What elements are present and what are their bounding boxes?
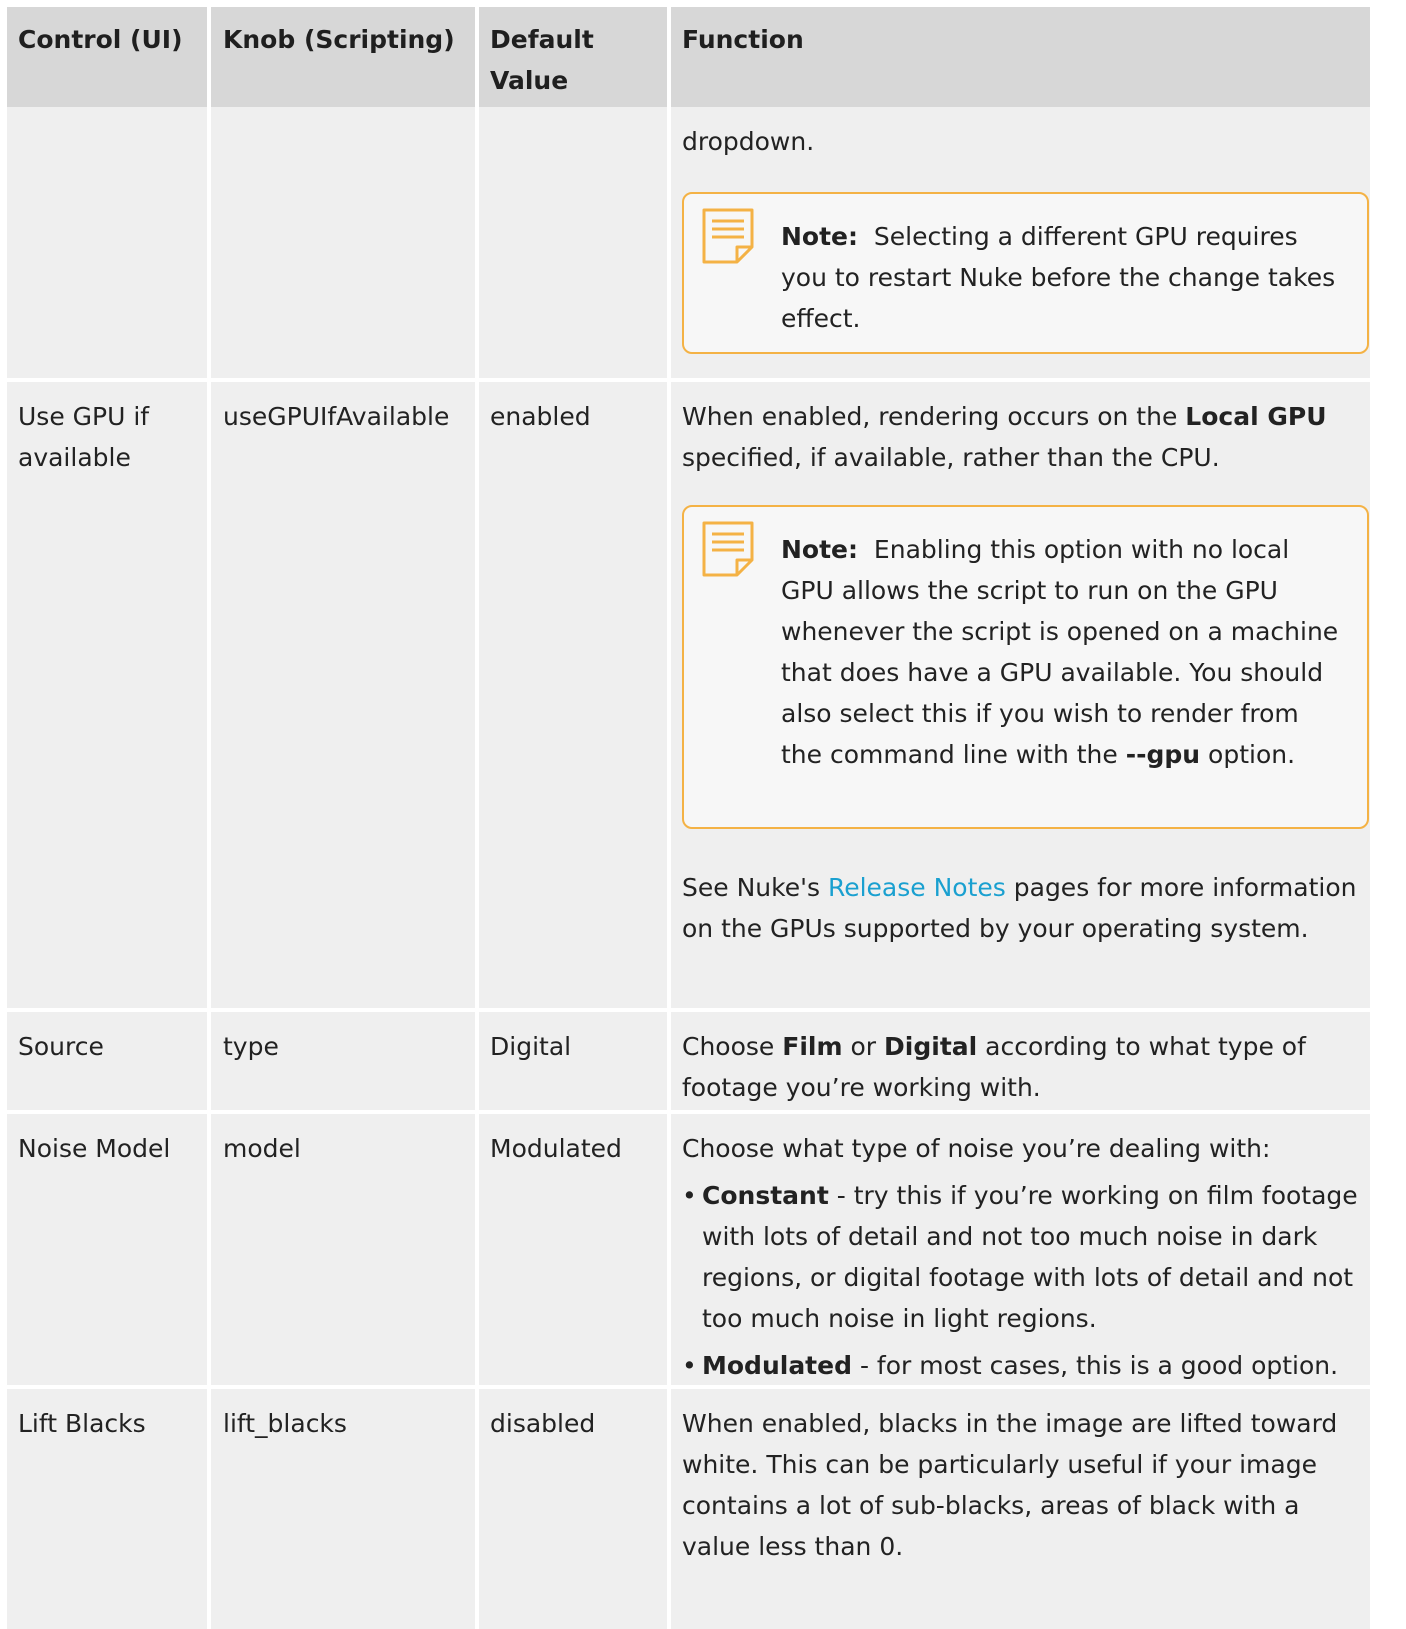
note-label: Note: [781, 222, 859, 251]
function-text-end: specified, if available, rather than the… [682, 443, 1220, 472]
cell-function: When enabled, rendering occurs on the Lo… [671, 382, 1370, 1008]
cell-control: Source [7, 1012, 207, 1110]
cell-knob: lift_blacks [211, 1389, 475, 1629]
table-row: Lift Blacks lift_blacks disabled When en… [7, 1389, 1399, 1629]
cell-default [479, 107, 667, 378]
film-term: Film [782, 1032, 843, 1061]
note-box: Note: Selecting a different GPU requires… [682, 192, 1369, 354]
cell-default: enabled [479, 382, 667, 1008]
cell-function: When enabled, blacks in the image are li… [671, 1389, 1370, 1629]
cell-control: Use GPU if available [7, 382, 207, 1008]
function-text: dropdown. [682, 127, 815, 156]
cell-knob [211, 107, 475, 378]
header-function: Function [671, 7, 1370, 107]
function-mid: or [850, 1032, 877, 1061]
release-notes-link[interactable]: Release Notes [828, 873, 1006, 902]
constant-term: Constant [702, 1181, 829, 1210]
cell-knob: model [211, 1114, 475, 1385]
gpu-option: --gpu [1125, 740, 1201, 769]
cell-default: Digital [479, 1012, 667, 1110]
note-label: Note: [781, 535, 859, 564]
cell-default: Modulated [479, 1114, 667, 1385]
cell-knob: type [211, 1012, 475, 1110]
note-content: Note: Enabling this option with no local… [781, 529, 1347, 775]
cell-function: dropdown. Note: Selecting a different GP… [671, 107, 1370, 378]
note-box: Note: Enabling this option with no local… [682, 505, 1369, 829]
cell-knob: useGPUIfAvailable [211, 382, 475, 1008]
header-control: Control (UI) [7, 7, 207, 107]
table-row: Source type Digital Choose Film or Digit… [7, 1012, 1399, 1110]
digital-term: Digital [884, 1032, 978, 1061]
note-text: Enabling this option with no local GPU a… [781, 535, 1339, 769]
header-default-value: Default Value [479, 7, 667, 107]
function-post: according to what type of footage you’re… [682, 1032, 1306, 1102]
list-item: • Modulated - for most cases, this is a … [682, 1351, 1339, 1380]
cell-control: Noise Model [7, 1114, 207, 1385]
note-text: Selecting a different GPU requires you t… [781, 222, 1336, 333]
function-text: When enabled, rendering occurs on the Lo… [682, 396, 1359, 478]
note-document-icon [702, 521, 754, 577]
see-also-text: See Nuke's Release Notes pages for more … [682, 867, 1359, 949]
function-intro: Choose what type of noise you’re dealing… [682, 1134, 1271, 1163]
table-row: dropdown. Note: Selecting a different GP… [7, 107, 1399, 378]
header-knob: Knob (Scripting) [211, 7, 475, 107]
function-text-start: When enabled, rendering occurs on the [682, 402, 1178, 431]
cell-function: Choose what type of noise you’re dealing… [671, 1114, 1370, 1385]
cell-default: disabled [479, 1389, 667, 1629]
note-document-icon [702, 208, 754, 264]
modulated-term: Modulated [702, 1351, 852, 1380]
list-item: • Constant - try this if you’re working … [682, 1181, 1358, 1333]
local-gpu-term: Local GPU [1185, 402, 1327, 431]
modulated-desc: - for most cases, this is a good option. [859, 1351, 1339, 1380]
cell-control [7, 107, 207, 378]
see-pre: See Nuke's [682, 873, 820, 902]
function-pre: Choose [682, 1032, 775, 1061]
parameters-table: Control (UI) Knob (Scripting) Default Va… [7, 7, 1399, 1629]
note-content: Note: Selecting a different GPU requires… [781, 216, 1347, 339]
table-header-row: Control (UI) Knob (Scripting) Default Va… [7, 7, 1399, 107]
table-row: Noise Model model Modulated Choose what … [7, 1114, 1399, 1385]
table-row: Use GPU if available useGPUIfAvailable e… [7, 382, 1399, 1008]
note-text-end: option. [1208, 740, 1296, 769]
cell-control: Lift Blacks [7, 1389, 207, 1629]
cell-function: Choose Film or Digital according to what… [671, 1012, 1370, 1110]
